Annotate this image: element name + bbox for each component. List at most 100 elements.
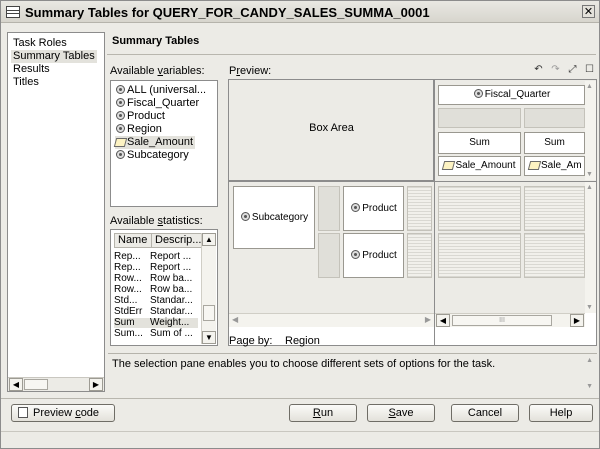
scroll-down-icon[interactable]: ▼ <box>586 171 593 178</box>
redo-icon[interactable]: ↷ <box>548 63 563 77</box>
variables-list[interactable]: ALL (universal... Fiscal_Quarter Product… <box>110 80 218 207</box>
statistics-vertical-scrollbar[interactable]: ▲ ▼ <box>201 233 216 344</box>
close-button[interactable]: ✕ <box>582 5 595 18</box>
nav-item-results[interactable]: Results <box>11 63 52 76</box>
scroll-down-icon[interactable]: ▼ <box>586 304 593 311</box>
table-row[interactable]: Row... Row ba... <box>114 274 192 284</box>
empty-header-cell <box>438 108 521 128</box>
table-row[interactable]: Sum... Sum of ... <box>114 329 193 339</box>
page-title: Summary Tables <box>112 35 200 47</box>
numeric-icon <box>443 159 453 169</box>
table-row[interactable]: Rep... Report ... <box>114 252 191 262</box>
analysis-variable-cell[interactable]: Sale_Am <box>524 156 585 176</box>
nav-horizontal-scrollbar[interactable]: ◀ ▶ <box>8 377 104 391</box>
scroll-right-icon[interactable]: ▶ <box>89 378 103 391</box>
category-icon <box>350 202 361 212</box>
description-text: The selection pane enables you to choose… <box>112 358 496 370</box>
save-button[interactable]: Save <box>367 404 435 422</box>
data-vertical-scrollbar[interactable]: ▲ ▼ <box>585 182 596 313</box>
table-row[interactable]: Rep... Report ... <box>114 263 191 273</box>
list-item[interactable]: Region <box>115 123 164 136</box>
box-area-label: Box Area <box>309 122 354 134</box>
scroll-up-icon[interactable]: ▲ <box>586 83 593 90</box>
list-item[interactable]: Sale_Amount <box>115 136 196 149</box>
nav-item-summary-tables[interactable]: Summary Tables <box>11 50 97 63</box>
footer-divider <box>1 398 599 399</box>
data-horizontal-scrollbar[interactable]: ◀ III ▶ <box>435 313 585 327</box>
window-title: Summary Tables for QUERY_FOR_CANDY_SALES… <box>25 5 430 20</box>
summary-tables-dialog: Summary Tables for QUERY_FOR_CANDY_SALES… <box>0 0 600 449</box>
preview-label: Preview: <box>229 65 272 77</box>
table-row[interactable]: Std... Standar... <box>114 296 193 306</box>
data-cell <box>524 233 585 278</box>
category-icon <box>115 84 125 94</box>
nav-item-titles[interactable]: Titles <box>11 76 41 89</box>
table-row[interactable]: Row... Row ba... <box>114 285 192 295</box>
data-cell <box>438 186 521 231</box>
analysis-variable-cell[interactable]: Sale_Amount <box>438 156 521 176</box>
empty-row-cell <box>318 186 340 231</box>
numeric-icon <box>115 136 125 146</box>
statistics-list[interactable]: Name Descrip... Rep... Report ... Rep... R… <box>110 229 218 346</box>
table-row[interactable]: Sum Weight... <box>114 318 198 328</box>
scroll-up-icon[interactable]: ▲ <box>586 357 593 364</box>
row-variable-cell[interactable]: Subcategory <box>233 186 315 249</box>
title-bar: Summary Tables for QUERY_FOR_CANDY_SALES… <box>1 1 599 23</box>
scroll-right-icon[interactable]: ▶ <box>425 315 431 324</box>
column-variable-cell[interactable]: Fiscal_Quarter <box>438 85 585 105</box>
data-cell <box>524 186 585 231</box>
undo-icon[interactable]: ↶ <box>531 63 546 77</box>
list-item[interactable]: ALL (universal... <box>115 84 208 97</box>
variables-label: Available variables: <box>110 65 205 77</box>
table-icon <box>6 6 20 18</box>
row-filler-cell <box>407 186 432 231</box>
category-icon <box>115 149 125 159</box>
scroll-left-icon[interactable]: ◀ <box>9 378 23 391</box>
row-product-cell[interactable]: Product <box>343 186 404 231</box>
scroll-up-icon[interactable]: ▲ <box>202 233 216 246</box>
preview-code-button[interactable]: Preview code <box>11 404 115 422</box>
nav-item-task-roles[interactable]: Task Roles <box>11 37 69 50</box>
heading-divider <box>107 54 596 55</box>
cancel-button[interactable]: Cancel <box>451 404 519 422</box>
row-filler-cell <box>407 233 432 278</box>
description-pane: The selection pane enables you to choose… <box>108 353 597 393</box>
table-row[interactable]: StdErr Standar... <box>114 307 193 317</box>
column-header-scrollbar[interactable]: ▲ ▼ <box>585 81 596 180</box>
run-button[interactable]: Run <box>289 404 357 422</box>
page-by-value[interactable]: Region <box>285 335 320 347</box>
help-button[interactable]: Help <box>529 404 593 422</box>
column-header-description[interactable]: Descrip... <box>151 233 202 248</box>
statistic-cell[interactable]: Sum <box>524 132 585 154</box>
selection-pane: Task Roles Summary Tables Results Titles… <box>7 32 105 392</box>
category-icon <box>240 211 250 221</box>
list-item[interactable]: Fiscal_Quarter <box>115 97 201 110</box>
empty-row-cell <box>318 233 340 278</box>
page-by-label: Page by: <box>229 335 273 347</box>
category-icon <box>473 88 483 98</box>
column-header-name[interactable]: Name <box>114 233 152 248</box>
scroll-thumb[interactable] <box>203 305 215 321</box>
scroll-thumb[interactable] <box>24 379 48 390</box>
scroll-up-icon[interactable]: ▲ <box>586 184 593 191</box>
list-item[interactable]: Product <box>115 110 167 123</box>
row-header-scrollbar[interactable]: ◀ ▶ <box>229 313 434 327</box>
scroll-left-icon[interactable]: ◀ <box>436 314 450 327</box>
list-item[interactable]: Subcategory <box>115 149 191 162</box>
pivot-icon[interactable]: ⤢ <box>565 63 580 77</box>
statistic-cell[interactable]: Sum <box>438 132 521 154</box>
statistics-label: Available statistics: <box>110 215 203 227</box>
row-product-cell[interactable]: Product <box>343 233 404 278</box>
maximize-icon[interactable]: ☐ <box>582 63 597 77</box>
scroll-left-icon[interactable]: ◀ <box>232 315 238 324</box>
scroll-right-icon[interactable]: ▶ <box>570 314 584 327</box>
scroll-down-icon[interactable]: ▼ <box>586 383 593 390</box>
category-icon <box>115 97 125 107</box>
box-area[interactable]: Box Area <box>229 80 434 181</box>
category-icon <box>115 123 125 133</box>
scroll-down-icon[interactable]: ▼ <box>202 331 216 344</box>
category-icon <box>350 249 361 259</box>
status-bar <box>1 431 599 448</box>
data-cell <box>438 233 521 278</box>
scroll-thumb[interactable]: III <box>452 315 552 326</box>
